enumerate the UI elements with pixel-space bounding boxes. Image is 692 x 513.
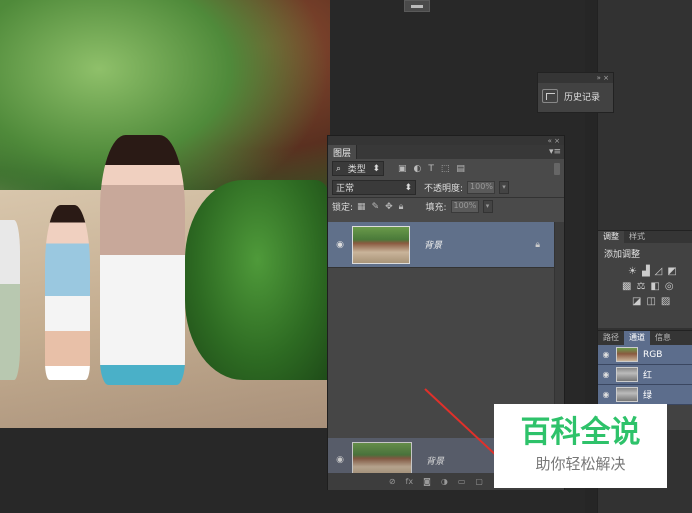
black-white-icon[interactable]: ◧ xyxy=(650,281,659,292)
fx-icon[interactable]: fx xyxy=(406,477,414,486)
updown-icon: ⬍ xyxy=(404,182,412,193)
channel-row-red[interactable]: ◉ 红 xyxy=(598,365,692,385)
new-layer-icon[interactable]: ▢ xyxy=(475,477,483,486)
panel-toggle-icon xyxy=(411,5,423,8)
channel-thumbnail xyxy=(616,387,638,402)
eye-icon[interactable]: ◉ xyxy=(601,350,611,359)
channel-thumbnail xyxy=(616,367,638,382)
history-icon xyxy=(542,89,558,103)
new-adjustment-icon[interactable]: ◑ xyxy=(441,477,448,486)
tab-layers[interactable]: 图层 xyxy=(328,145,358,159)
adjustments-panel: 调整 样式 添加调整 ☀ ▟ ◿ ◩ ▩ ⚖ ◧ ◎ ◪ ◫ ▨ xyxy=(598,230,692,328)
posterize-icon[interactable]: ◫ xyxy=(646,296,655,307)
lock-all-icon[interactable]: 🔒︎ xyxy=(399,202,404,212)
channels-tabs: 路径 通道 信息 xyxy=(598,331,692,345)
channel-thumbnail xyxy=(616,347,638,362)
tab-channels[interactable]: 通道 xyxy=(624,331,650,345)
layer-filter-row: ⌕ 类型 ⬍ ▣ ◐ T ⬚ ▤ xyxy=(328,159,564,178)
channel-name: 红 xyxy=(643,371,653,381)
watermark-title: 百科全说 xyxy=(520,415,641,450)
layers-tab-row: 图层 ▾≡ xyxy=(328,145,564,159)
shape-filter-icon[interactable]: ⬚ xyxy=(441,164,450,174)
channel-row-green[interactable]: ◉ 绿 xyxy=(598,385,692,405)
photo-person-left xyxy=(0,220,20,380)
filter-kind-select[interactable]: ⌕ 类型 ⬍ xyxy=(332,161,384,176)
tab-paths[interactable]: 路径 xyxy=(598,331,624,345)
watermark: 百科全说 助你轻松解决 xyxy=(494,404,667,488)
filter-kind-label: 类型 xyxy=(347,165,366,175)
updown-icon: ⬍ xyxy=(372,163,380,174)
levels-icon[interactable]: ▟ xyxy=(642,266,650,277)
history-panel-controls[interactable]: » × xyxy=(538,73,613,83)
photo-mother xyxy=(100,135,185,385)
link-icon[interactable]: ⊘ xyxy=(389,477,396,486)
lock-pixels-icon[interactable]: ✎ xyxy=(372,202,380,212)
vibrance-icon[interactable]: ▩ xyxy=(622,281,631,292)
layer-name: 背景 xyxy=(424,241,443,251)
threshold-icon[interactable]: ▨ xyxy=(661,296,670,307)
lock-row: 锁定: ▦ ✎ ✥ 🔒︎ 填充: 100% ▾ xyxy=(328,198,564,215)
adjustments-tabs: 调整 样式 xyxy=(598,231,692,243)
photo-hedge xyxy=(185,180,330,380)
invert-icon[interactable]: ◪ xyxy=(632,296,641,307)
photo-filter-icon[interactable]: ◎ xyxy=(665,281,674,292)
layers-panel-controls[interactable]: « × xyxy=(328,136,564,145)
watermark-subtitle: 助你轻松解决 xyxy=(535,455,626,473)
lock-label: 锁定: xyxy=(332,203,354,213)
lock-transparency-icon[interactable]: ▦ xyxy=(357,202,366,212)
history-label: 历史记录 xyxy=(564,92,601,103)
brightness-icon[interactable]: ☀ xyxy=(628,266,637,277)
blend-mode-select[interactable]: 正常 ⬍ xyxy=(332,180,416,195)
channel-name: 绿 xyxy=(643,391,653,401)
tab-styles[interactable]: 样式 xyxy=(624,231,650,243)
curves-icon[interactable]: ◿ xyxy=(655,266,663,277)
history-panel-button[interactable]: 历史记录 xyxy=(538,83,613,109)
smart-object-filter-icon[interactable]: ▤ xyxy=(456,164,465,174)
search-icon: ⌕ xyxy=(336,163,342,174)
opacity-label: 不透明度: xyxy=(424,184,464,194)
blend-row: 正常 ⬍ 不透明度: 100% ▾ xyxy=(328,178,564,197)
layer-row-background[interactable]: ◉ 背景 🔒︎ xyxy=(328,222,554,268)
lock-position-icon[interactable]: ✥ xyxy=(385,202,393,212)
color-balance-icon[interactable]: ⚖ xyxy=(636,281,645,292)
new-group-icon[interactable]: ▭ xyxy=(458,477,466,486)
photo-child xyxy=(45,205,90,380)
exposure-icon[interactable]: ◩ xyxy=(667,266,676,277)
adjustment-icons-row-3: ◪ ◫ ▨ xyxy=(598,294,692,309)
panel-toggle-button[interactable] xyxy=(404,0,430,12)
lock-icon: 🔒︎ xyxy=(535,239,540,250)
blend-mode-value: 正常 xyxy=(336,184,355,194)
tab-adjustments[interactable]: 调整 xyxy=(598,231,624,243)
eye-icon[interactable]: ◉ xyxy=(601,370,611,379)
filter-icons: ▣ ◐ T ⬚ ▤ xyxy=(398,164,465,174)
lock-icons: ▦ ✎ ✥ 🔒︎ xyxy=(357,202,403,212)
fill-slider-button[interactable]: ▾ xyxy=(482,200,493,213)
eye-icon[interactable]: ◉ xyxy=(334,240,346,250)
opacity-input[interactable]: 100% xyxy=(467,181,496,194)
adjustment-icons-row-2: ▩ ⚖ ◧ ◎ xyxy=(598,279,692,294)
layer-thumbnail xyxy=(352,225,410,264)
channel-name: RGB xyxy=(643,349,663,360)
mask-icon[interactable]: ◙ xyxy=(423,477,431,486)
panel-menu-icon[interactable]: ▾≡ xyxy=(549,145,561,159)
type-filter-icon[interactable]: T xyxy=(428,164,434,174)
fill-label: 填充: xyxy=(425,203,447,213)
adjustment-filter-icon[interactable]: ◐ xyxy=(414,164,422,174)
channel-row-rgb[interactable]: ◉ RGB xyxy=(598,345,692,365)
adjustment-icons-row-1: ☀ ▟ ◿ ◩ xyxy=(598,264,692,279)
fill-input[interactable]: 100% xyxy=(450,200,479,213)
eye-icon: ◉ xyxy=(336,455,344,465)
filter-toggle[interactable] xyxy=(554,162,560,175)
pixel-filter-icon[interactable]: ▣ xyxy=(398,164,407,174)
opacity-slider-button[interactable]: ▾ xyxy=(499,181,510,194)
canvas-photo[interactable] xyxy=(0,0,330,428)
adjustments-title: 添加调整 xyxy=(604,250,641,260)
history-panel: » × 历史记录 xyxy=(537,72,614,113)
tab-info[interactable]: 信息 xyxy=(650,331,676,345)
eye-icon[interactable]: ◉ xyxy=(601,390,611,399)
